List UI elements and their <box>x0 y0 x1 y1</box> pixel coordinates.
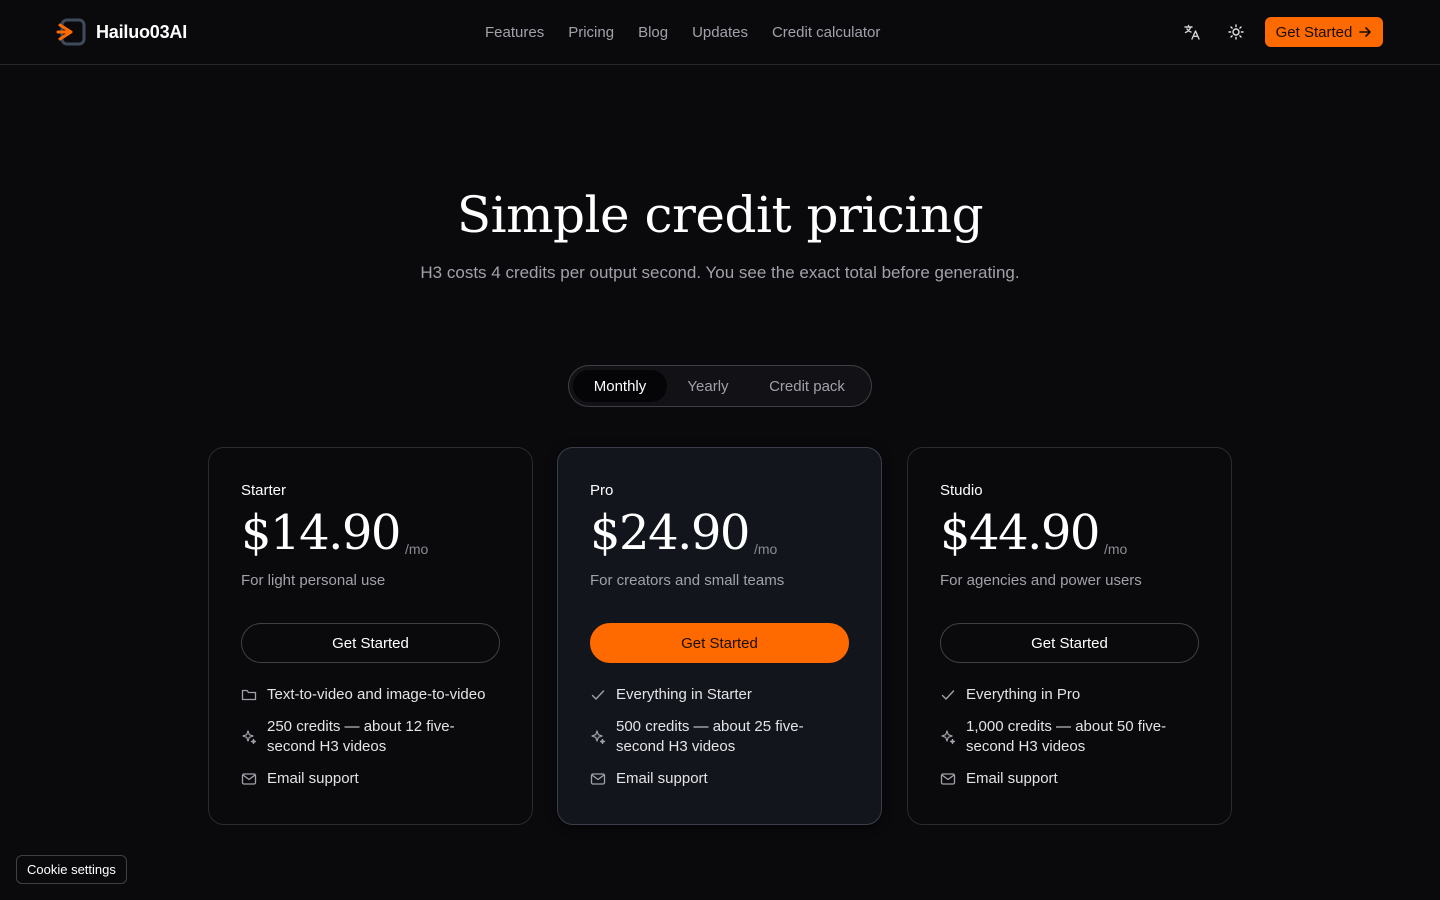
feature-item: 250 credits — about 12 five-second H3 vi… <box>241 717 500 757</box>
feature-list: Everything in Starter 500 credits — abou… <box>590 685 849 789</box>
arrow-right-icon <box>1359 27 1372 37</box>
nav-credit-calculator[interactable]: Credit calculator <box>772 24 880 41</box>
plan-period: /mo <box>753 541 778 557</box>
brand-name: Hailuo03AI <box>96 21 188 42</box>
sparkle-icon <box>940 729 956 745</box>
feature-list: Everything in Pro 1,000 credits — about … <box>940 685 1199 789</box>
header-get-started-button[interactable]: Get Started <box>1265 17 1383 47</box>
brand[interactable]: Hailuo03AI <box>56 16 187 48</box>
plan-price: $24.90 <box>590 505 750 561</box>
studio-get-started-button[interactable]: Get Started <box>940 623 1199 663</box>
plan-price: $44.90 <box>940 505 1100 561</box>
feature-item: Email support <box>940 769 1199 789</box>
mail-icon <box>590 771 606 787</box>
site-header: Hailuo03AI Features Pricing Blog Updates… <box>0 0 1440 65</box>
page-subtitle: H3 costs 4 credits per output second. Yo… <box>420 263 1020 282</box>
plan-description: For light personal use <box>241 572 386 589</box>
feature-item: Email support <box>590 769 849 789</box>
plan-card-studio: Studio $44.90 /mo For agencies and power… <box>907 447 1232 825</box>
feature-item: 500 credits — about 25 five-second H3 vi… <box>590 717 849 757</box>
nav-features[interactable]: Features <box>485 24 544 41</box>
check-icon <box>940 687 956 703</box>
main-nav: Features Pricing Blog Updates Credit cal… <box>485 22 880 42</box>
starter-get-started-button[interactable]: Get Started <box>241 623 500 663</box>
nav-blog[interactable]: Blog <box>638 24 668 41</box>
translate-icon[interactable] <box>1181 21 1203 43</box>
nav-pricing[interactable]: Pricing <box>568 24 614 41</box>
play-logo-icon <box>56 18 86 46</box>
nav-updates[interactable]: Updates <box>692 24 748 41</box>
toggle-monthly[interactable]: Monthly <box>573 370 667 402</box>
plan-name: Pro <box>590 482 614 499</box>
header-cta-label: Get Started <box>1275 23 1353 41</box>
billing-toggle: Monthly Yearly Credit pack <box>568 365 872 407</box>
plan-description: For agencies and power users <box>940 572 1142 589</box>
plan-name: Starter <box>241 482 287 499</box>
sparkle-icon <box>590 729 606 745</box>
sun-icon[interactable] <box>1225 21 1247 43</box>
feature-list: Text-to-video and image-to-video 250 cre… <box>241 685 500 789</box>
toggle-yearly[interactable]: Yearly <box>667 370 749 402</box>
folder-icon <box>241 687 257 703</box>
page-title: Simple credit pricing <box>456 186 984 244</box>
feature-item: 1,000 credits — about 50 five-second H3 … <box>940 717 1199 757</box>
feature-item: Everything in Starter <box>590 685 849 705</box>
sparkle-icon <box>241 729 257 745</box>
mail-icon <box>241 771 257 787</box>
plan-period: /mo <box>404 541 429 557</box>
cookie-settings-button[interactable]: Cookie settings <box>16 855 127 884</box>
plan-card-starter: Starter $14.90 /mo For light personal us… <box>208 447 533 825</box>
toggle-credit-pack[interactable]: Credit pack <box>749 370 865 402</box>
pro-get-started-button[interactable]: Get Started <box>590 623 849 663</box>
check-icon <box>590 687 606 703</box>
plan-period: /mo <box>1103 541 1128 557</box>
feature-item: Email support <box>241 769 500 789</box>
mail-icon <box>940 771 956 787</box>
plan-card-pro: Pro $24.90 /mo For creators and small te… <box>557 447 882 825</box>
plan-price: $14.90 <box>241 505 401 561</box>
feature-item: Text-to-video and image-to-video <box>241 685 500 705</box>
plan-name: Studio <box>940 482 983 499</box>
plan-description: For creators and small teams <box>590 572 785 589</box>
feature-item: Everything in Pro <box>940 685 1199 705</box>
